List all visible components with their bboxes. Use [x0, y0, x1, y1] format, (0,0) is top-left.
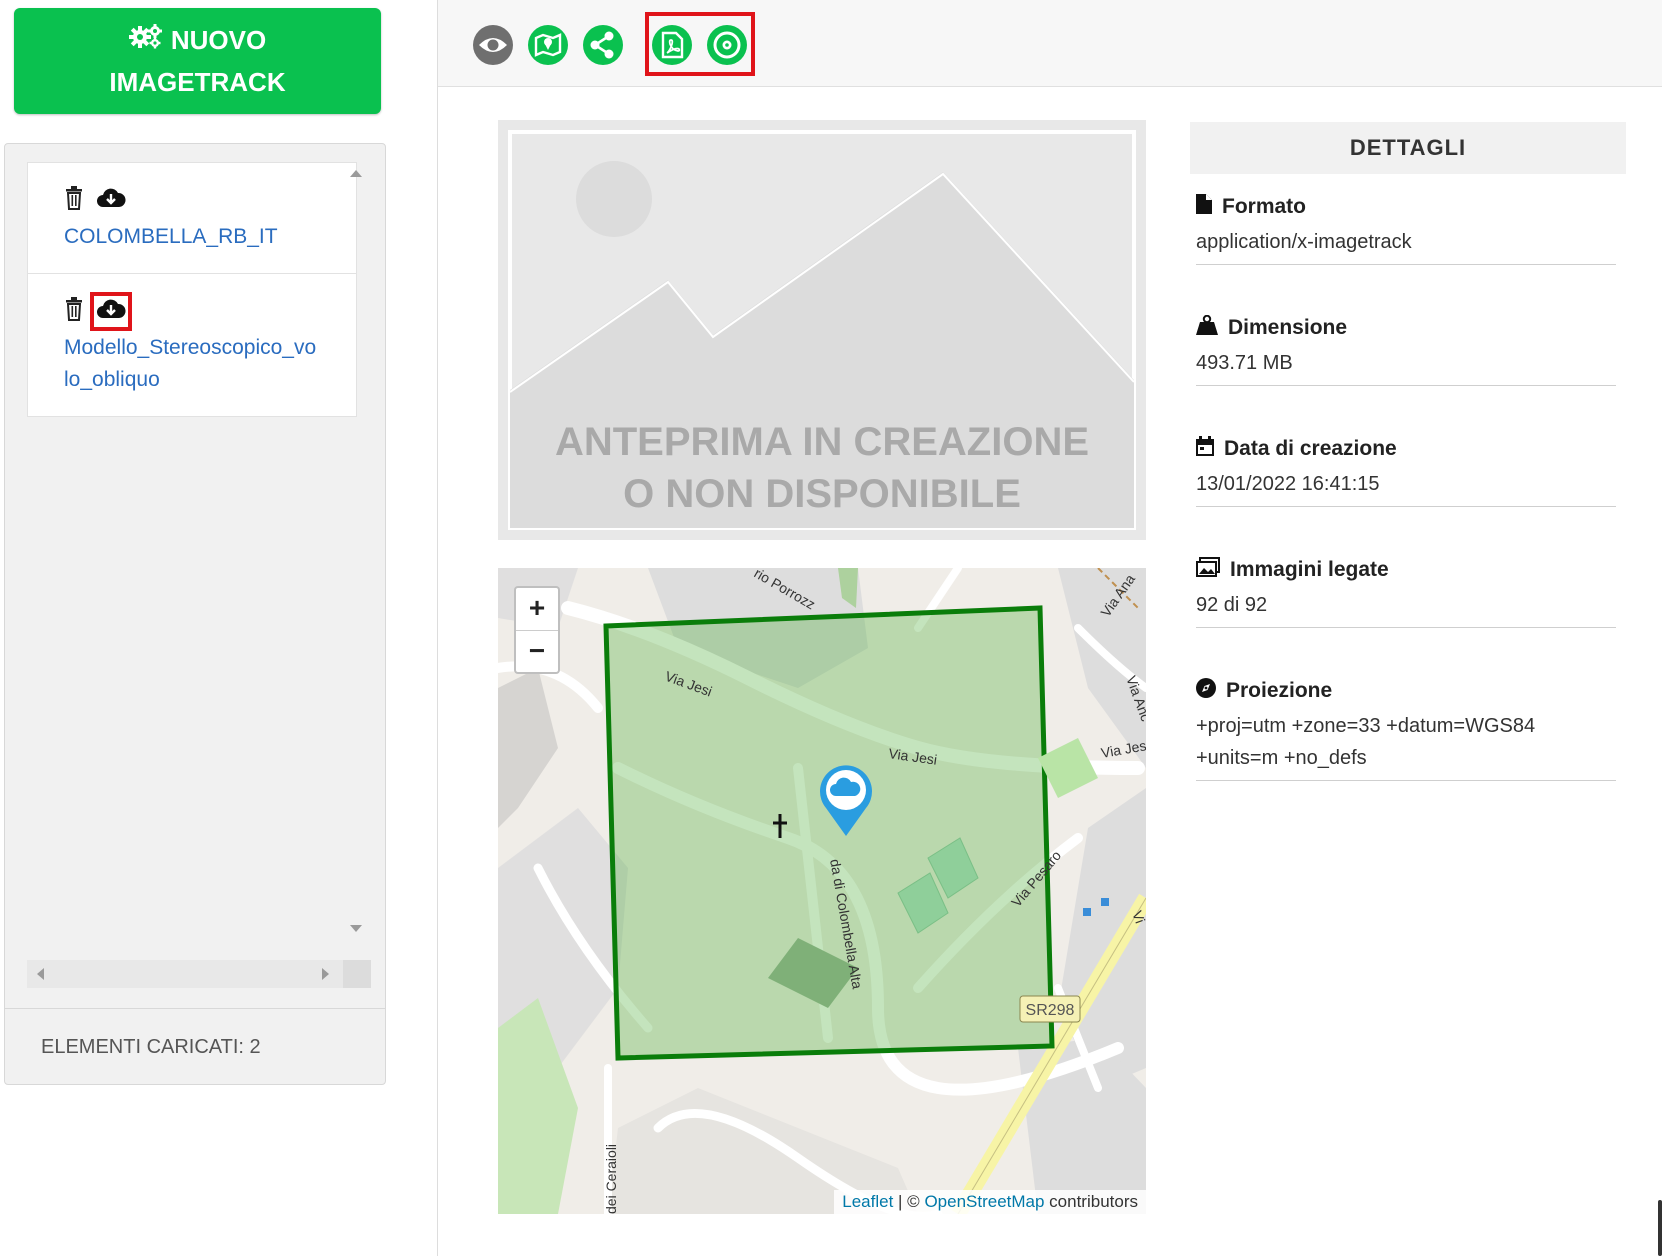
map-attribution: Leaflet | © OpenStreetMap contributors [834, 1190, 1146, 1214]
trash-icon[interactable] [64, 185, 84, 215]
attribution-sep: | © [893, 1192, 925, 1211]
map-icon[interactable] [527, 24, 569, 66]
item-link-modello-stereoscopico[interactable]: Modello_Stereoscopico_volo_obliquo [64, 332, 320, 396]
preview-line2: O NON DISPONIBILE [623, 472, 1021, 516]
detail-created-value: 13/01/2022 16:41:15 [1196, 473, 1380, 495]
column-divider [437, 0, 438, 1256]
new-button-line1: NUOVO [170, 25, 267, 55]
sr298-label: SR298 [1026, 1002, 1075, 1019]
page-scrollbar[interactable] [1658, 1200, 1662, 1256]
trash-icon[interactable] [64, 296, 84, 326]
horizontal-scrollbar[interactable] [27, 960, 343, 988]
weight-icon [1196, 314, 1218, 341]
detail-format-value: application/x-imagetrack [1196, 231, 1412, 253]
detail-format-label: Formato [1222, 195, 1306, 218]
map-tiles: Via Jesi Via Jesi Via Jes Via Pesaro da … [498, 568, 1146, 1214]
imagetrack-list: COLOMBELLA_RB_IT Modello_Stereoscopico_v… [27, 162, 363, 972]
highlight-box [645, 12, 755, 76]
road-shield-sr298: SR298 [1019, 995, 1081, 1023]
zoom-out-button[interactable]: − [516, 630, 558, 673]
new-button-line2: IMAGETRACK [109, 67, 286, 97]
detail-created-label: Data di creazione [1224, 437, 1397, 460]
list-item: COLOMBELLA_RB_IT [27, 162, 357, 274]
loaded-count: ELEMENTI CARICATI: 2 [5, 1008, 385, 1084]
images-icon [1196, 557, 1220, 583]
item-link-colombella[interactable]: COLOMBELLA_RB_IT [64, 221, 320, 253]
detail-created: Data di creazione 13/01/2022 16:41:15 [1196, 416, 1616, 507]
detail-linked-images-label: Immagini legate [1230, 558, 1389, 581]
calendar-icon [1196, 436, 1214, 462]
detail-linked-images-value: 92 di 92 [1196, 594, 1268, 616]
eye-icon[interactable] [472, 24, 514, 66]
attribution-suffix: contributors [1044, 1192, 1138, 1211]
detail-projection-label: Proiezione [1226, 679, 1333, 702]
new-imagetrack-button[interactable]: NUOVO IMAGETRACK [14, 8, 381, 114]
cloud-download-icon[interactable] [96, 187, 126, 214]
preview-placeholder: ANTEPRIMA IN CREAZIONE O NON DISPONIBILE [498, 120, 1146, 540]
detail-size-label: Dimensione [1228, 316, 1348, 339]
zoom-control: + − [514, 586, 560, 674]
label-dei-ceraioli: dei Ceraioli [603, 1144, 619, 1214]
compass-icon [1196, 678, 1216, 704]
share-icon[interactable] [582, 24, 624, 66]
detail-projection-value: +proj=utm +zone=33 +datum=WGS84 +units=m… [1196, 715, 1536, 769]
details-heading: DETTAGLI [1190, 122, 1626, 174]
zoom-in-button[interactable]: + [516, 588, 558, 630]
vertical-scrollbar[interactable] [345, 162, 367, 932]
detail-size: Dimensione 493.71 MB [1196, 295, 1616, 386]
list-item: Modello_Stereoscopico_volo_obliquo [27, 274, 357, 417]
preview-line1: ANTEPRIMA IN CREAZIONE [554, 420, 1090, 464]
file-icon [1196, 194, 1212, 220]
map-view[interactable]: Via Jesi Via Jesi Via Jes Via Pesaro da … [498, 568, 1146, 1214]
details-panel: DETTAGLI Formato application/x-imagetrac… [1190, 122, 1626, 781]
detail-projection: Proiezione +proj=utm +zone=33 +datum=WGS… [1196, 658, 1616, 781]
detail-linked-images: Immagini legate 92 di 92 [1196, 537, 1616, 628]
preview-message: ANTEPRIMA IN CREAZIONE O NON DISPONIBILE [498, 416, 1146, 520]
toolbar [438, 0, 1662, 87]
detail-format: Formato application/x-imagetrack [1196, 174, 1616, 265]
imagetrack-list-panel: COLOMBELLA_RB_IT Modello_Stereoscopico_v… [4, 143, 386, 1085]
cloud-download-icon[interactable] [90, 291, 132, 331]
gears-icon [128, 19, 163, 61]
leaflet-link[interactable]: Leaflet [842, 1192, 893, 1211]
detail-size-value: 493.71 MB [1196, 352, 1293, 374]
scrollbar-corner [343, 960, 371, 988]
osm-link[interactable]: OpenStreetMap [924, 1192, 1044, 1211]
